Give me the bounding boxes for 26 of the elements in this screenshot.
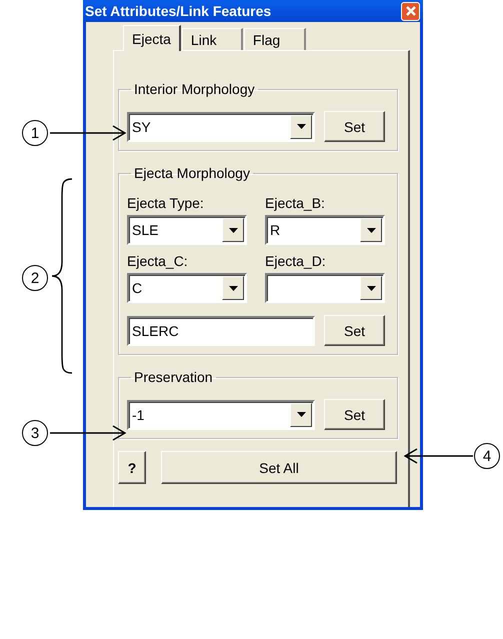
- field-label: Ejecta Type:: [127, 195, 205, 211]
- callout-number: 1: [22, 120, 48, 146]
- dropdown[interactable]: SY: [127, 112, 315, 142]
- text-field[interactable]: SLERC: [127, 316, 315, 346]
- dropdown[interactable]: R: [265, 215, 385, 245]
- dropdown[interactable]: -1: [127, 400, 315, 430]
- help-button[interactable]: ?: [118, 451, 146, 484]
- window-title: Set Attributes/Link Features: [85, 3, 272, 19]
- dropdown[interactable]: C: [127, 273, 247, 303]
- set-button[interactable]: Set: [324, 111, 385, 142]
- field-label: Ejecta_D:: [265, 253, 327, 269]
- callout-number: 4: [474, 443, 500, 469]
- field-label: Ejecta_C:: [127, 253, 189, 269]
- callout-number: 3: [22, 420, 48, 446]
- set-button[interactable]: Set: [324, 315, 385, 346]
- callout-number: 2: [22, 265, 48, 291]
- group-title: Preservation: [133, 369, 214, 385]
- set-button[interactable]: Set: [324, 399, 385, 430]
- tab[interactable]: Link: [182, 28, 243, 50]
- dropdown[interactable]: SLE: [127, 215, 247, 245]
- set-all-button[interactable]: Set All: [161, 451, 397, 484]
- tab[interactable]: Flag: [244, 28, 306, 50]
- group-title: Interior Morphology: [133, 81, 256, 97]
- tab[interactable]: Ejecta: [123, 25, 181, 51]
- field-label: Ejecta_B:: [265, 195, 326, 211]
- group-title: Ejecta Morphology: [133, 165, 251, 181]
